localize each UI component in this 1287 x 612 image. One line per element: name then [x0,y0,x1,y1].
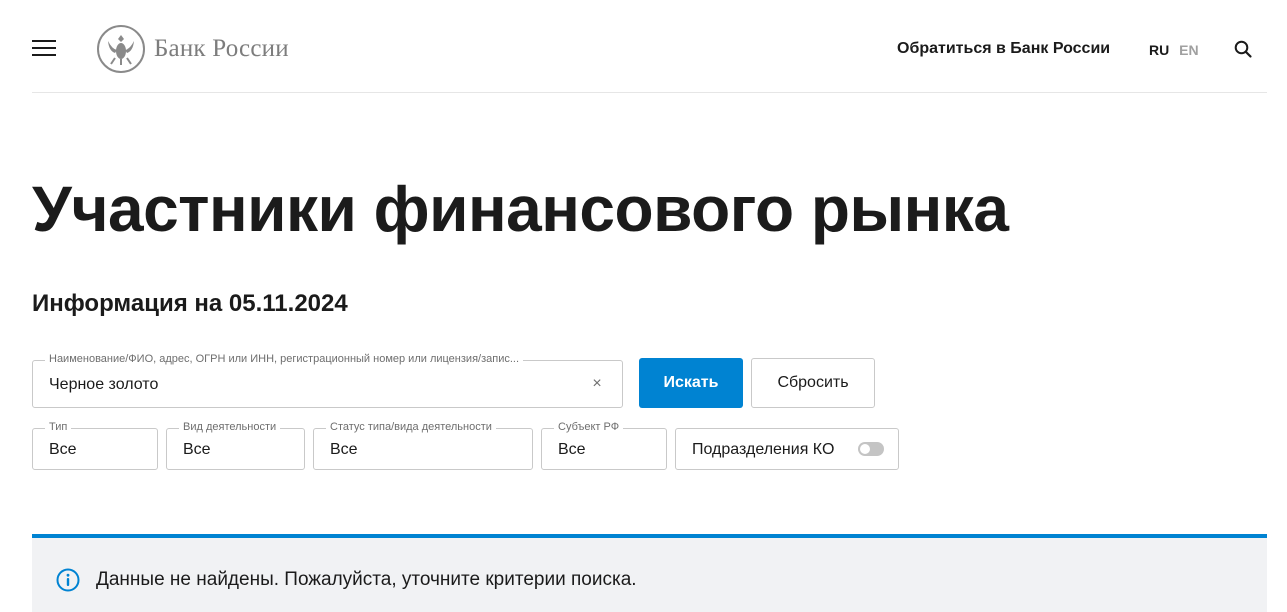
info-date: Информация на 05.11.2024 [32,290,348,317]
branches-toggle-label: Подразделения КО [692,441,835,458]
branches-toggle[interactable] [858,442,884,456]
status-select[interactable]: Статус типа/вида деятельности Все [313,421,533,470]
language-switcher: RU EN [1149,42,1199,58]
search-input-value[interactable]: Черное золото [49,376,158,394]
toggle-knob [860,444,870,454]
activity-select-value: Все [183,441,211,458]
logo[interactable]: Банк России [96,24,289,74]
clear-icon[interactable]: × [588,375,606,393]
contact-bank-link[interactable]: Обратиться в Банк России [897,40,1110,58]
header: Банк России Обратиться в Банк России RU … [32,0,1267,93]
branches-toggle-box[interactable]: Подразделения КО [675,428,899,470]
menu-icon[interactable] [32,38,56,58]
logo-text: Банк России [154,35,289,62]
reset-button[interactable]: Сбросить [751,358,875,408]
subject-select-label: Субъект РФ [554,421,624,433]
page-title: Участники финансового рынка [32,173,1009,245]
search-input[interactable]: Наименование/ФИО, адрес, ОГРН или ИНН, р… [32,353,623,408]
no-results-notice: Данные не найдены. Пожалуйста, уточните … [32,534,1267,612]
status-select-value: Все [330,441,358,458]
lang-en[interactable]: EN [1179,42,1198,58]
subject-select-value: Все [558,441,586,458]
subject-select[interactable]: Субъект РФ Все [541,421,667,470]
bank-emblem-icon [97,25,145,73]
lang-ru[interactable]: RU [1149,42,1169,58]
info-icon [56,568,80,592]
activity-select[interactable]: Вид деятельности Все [166,421,305,470]
activity-select-label: Вид деятельности [179,421,281,433]
search-button[interactable]: Искать [639,358,743,408]
search-icon[interactable] [1233,39,1253,59]
status-select-label: Статус типа/вида деятельности [326,421,496,433]
notice-text: Данные не найдены. Пожалуйста, уточните … [96,569,637,590]
type-select[interactable]: Тип Все [32,421,158,470]
type-select-value: Все [49,441,77,458]
type-select-label: Тип [45,421,72,433]
search-input-label: Наименование/ФИО, адрес, ОГРН или ИНН, р… [45,353,524,365]
